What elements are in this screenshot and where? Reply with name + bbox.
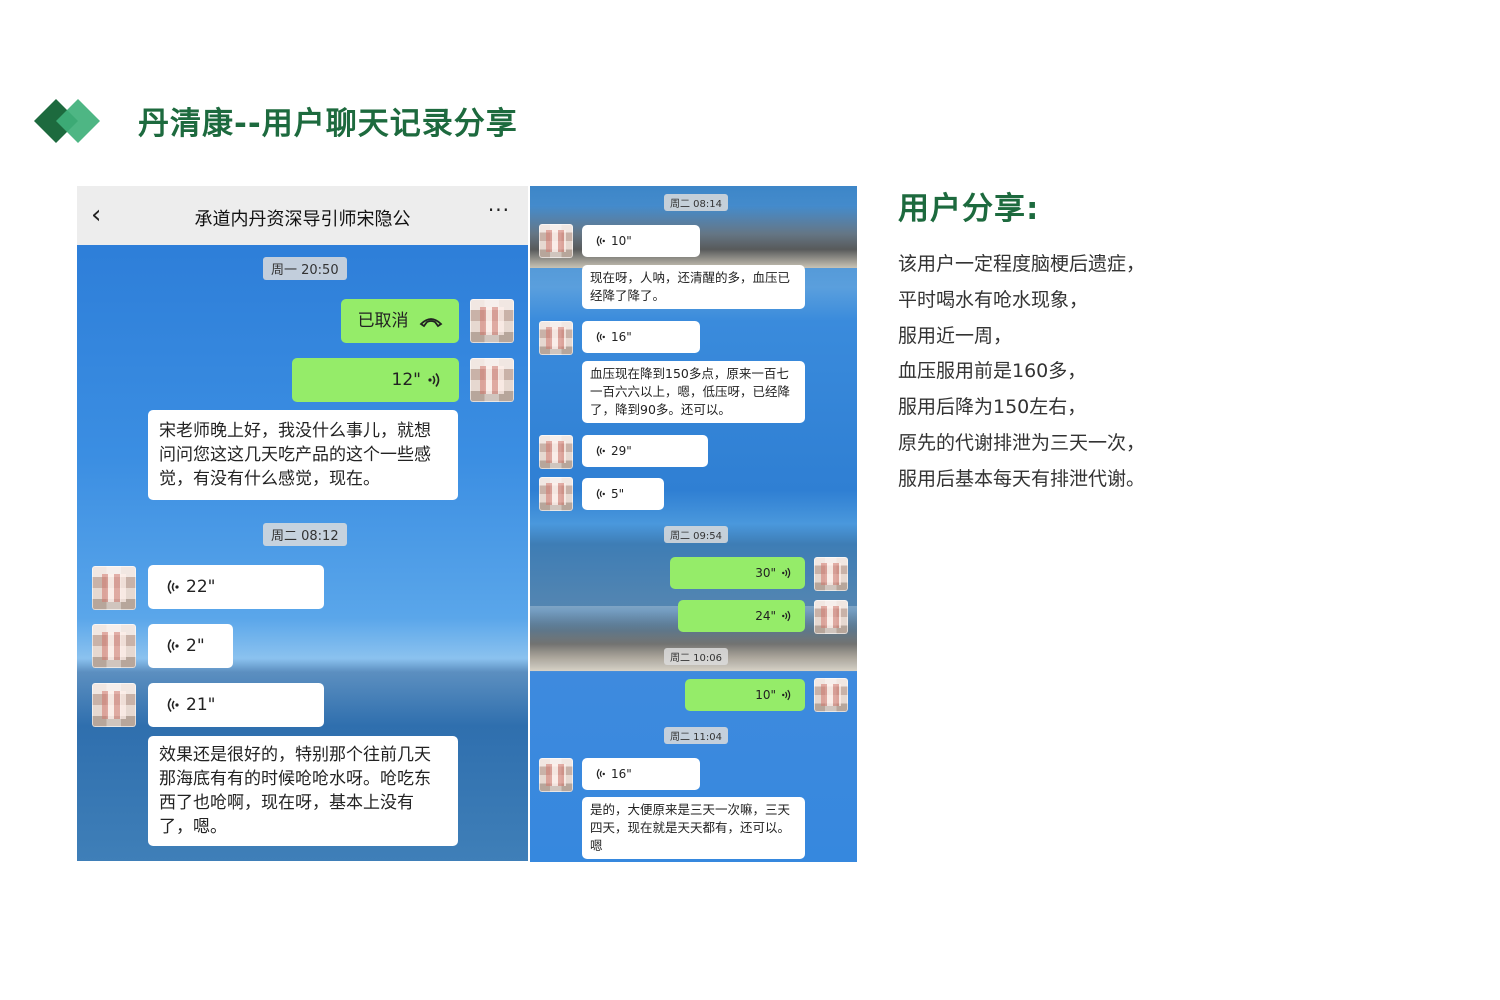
cancelled-call-bubble[interactable]: 已取消 <box>341 299 459 343</box>
voice-message-bubble[interactable]: 10" <box>582 225 700 257</box>
voice-message-bubble[interactable]: 21" <box>148 683 324 727</box>
avatar[interactable] <box>539 758 573 792</box>
voice-wave-icon <box>782 610 791 622</box>
share-heading: 用户分享: <box>898 191 1040 227</box>
voice-message-bubble[interactable]: 30" <box>670 557 805 589</box>
voice-message-bubble[interactable]: 2" <box>148 624 233 668</box>
avatar[interactable] <box>539 224 573 258</box>
avatar[interactable] <box>92 566 136 610</box>
share-line: 平时喝水有呛水现象， <box>898 288 1089 311</box>
voice-wave-icon <box>596 235 605 247</box>
voice-message-bubble[interactable]: 29" <box>582 435 708 467</box>
more-dots-icon[interactable]: ··· <box>488 198 510 222</box>
voice-message-bubble[interactable]: 5" <box>582 478 664 510</box>
share-line: 服用后降为150左右， <box>898 396 1087 419</box>
voice-message-bubble[interactable]: 10" <box>685 679 805 711</box>
cancelled-call-label: 已取消 <box>357 311 409 331</box>
voice-duration: 10" <box>755 688 776 702</box>
voice-duration: 10" <box>611 234 632 248</box>
chat-contact-name: 承道内丹资深导引师宋隐公 <box>194 209 411 230</box>
voice-duration: 16" <box>611 767 632 781</box>
voice-message-bubble[interactable]: 16" <box>582 758 700 790</box>
voice-duration: 22" <box>186 577 216 597</box>
avatar[interactable] <box>539 321 573 355</box>
voice-transcript-bubble[interactable]: 现在呀，人呐，还清醒的多，血压已经降了降了。 <box>582 265 805 309</box>
timestamp: 周二 09:54 <box>664 526 728 543</box>
chat-screenshot-left: ‹ 承道内丹资深导引师宋隐公 ··· 周一 20:50 已取消 12" 宋老师晚… <box>77 186 528 861</box>
voice-duration: 12" <box>391 370 421 390</box>
share-line: 服用后基本每天有排泄代谢。 <box>898 467 1146 490</box>
text-message-bubble[interactable]: 效果还是很好的，特别那个往前几天那海底有有的时候呛呛水呀。呛吃东西了也呛啊，现在… <box>148 736 458 846</box>
avatar[interactable] <box>814 600 848 634</box>
timestamp: 周一 20:50 <box>263 257 347 280</box>
timestamp: 周二 08:14 <box>664 194 728 211</box>
voice-duration: 29" <box>611 444 632 458</box>
avatar[interactable] <box>470 358 514 402</box>
voice-message-bubble[interactable]: 12" <box>292 358 459 402</box>
voice-wave-icon <box>596 488 605 500</box>
timestamp: 周二 11:04 <box>664 727 728 744</box>
voice-duration: 5" <box>611 487 625 501</box>
voice-message-bubble[interactable]: 16" <box>582 321 700 353</box>
voice-wave-icon <box>782 689 791 701</box>
timestamp: 周二 10:06 <box>664 648 728 665</box>
phone-hangup-icon <box>419 318 442 328</box>
voice-transcript-bubble[interactable]: 是的，大便原来是三天一次嘛，三天四天，现在就是天天都有，还可以。嗯 <box>582 797 805 859</box>
share-text-list: 该用户一定程度脑梗后遗症， 平时喝水有呛水现象， 服用近一周， 血压服用前是16… <box>898 247 1145 498</box>
voice-transcript-bubble[interactable]: 血压现在降到150多点，原来一百七一百六六以上，嗯，低压呀，已经降了，降到90多… <box>582 361 805 423</box>
voice-wave-icon <box>596 445 605 457</box>
avatar[interactable] <box>814 557 848 591</box>
avatar[interactable] <box>539 477 573 511</box>
voice-wave-icon <box>596 768 605 780</box>
voice-duration: 2" <box>186 636 205 656</box>
chat-screenshot-right: 周二 08:14 10" 现在呀，人呐，还清醒的多，血压已经降了降了。 16" … <box>530 186 857 862</box>
voice-wave-icon <box>167 639 179 653</box>
avatar[interactable] <box>470 299 514 343</box>
voice-wave-icon <box>167 580 179 594</box>
voice-message-bubble[interactable]: 22" <box>148 565 324 609</box>
share-line: 原先的代谢排泄为三天一次， <box>898 431 1146 454</box>
avatar[interactable] <box>92 683 136 727</box>
voice-wave-icon <box>167 698 179 712</box>
text-message-bubble[interactable]: 宋老师晚上好，我没什么事儿，就想问问您这这几天吃产品的这个一些感觉，有没有什么感… <box>148 410 458 500</box>
chat-navbar: ‹ 承道内丹资深导引师宋隐公 ··· <box>77 186 528 245</box>
voice-wave-icon <box>428 373 440 387</box>
avatar[interactable] <box>92 624 136 668</box>
voice-message-bubble[interactable]: 24" <box>678 600 805 632</box>
brand-logo-icon <box>34 99 100 143</box>
voice-wave-icon <box>596 331 605 343</box>
share-line: 该用户一定程度脑梗后遗症， <box>898 253 1146 275</box>
avatar[interactable] <box>539 435 573 469</box>
timestamp: 周二 08:12 <box>263 523 347 546</box>
share-line: 服用近一周， <box>898 324 1013 347</box>
voice-wave-icon <box>782 567 791 579</box>
voice-duration: 16" <box>611 330 632 344</box>
voice-duration: 24" <box>755 609 776 623</box>
avatar[interactable] <box>814 678 848 712</box>
voice-duration: 30" <box>755 566 776 580</box>
voice-duration: 21" <box>186 695 216 715</box>
page-title: 丹清康--用户聊天记录分享 <box>138 106 518 142</box>
share-line: 血压服用前是160多， <box>898 360 1087 383</box>
